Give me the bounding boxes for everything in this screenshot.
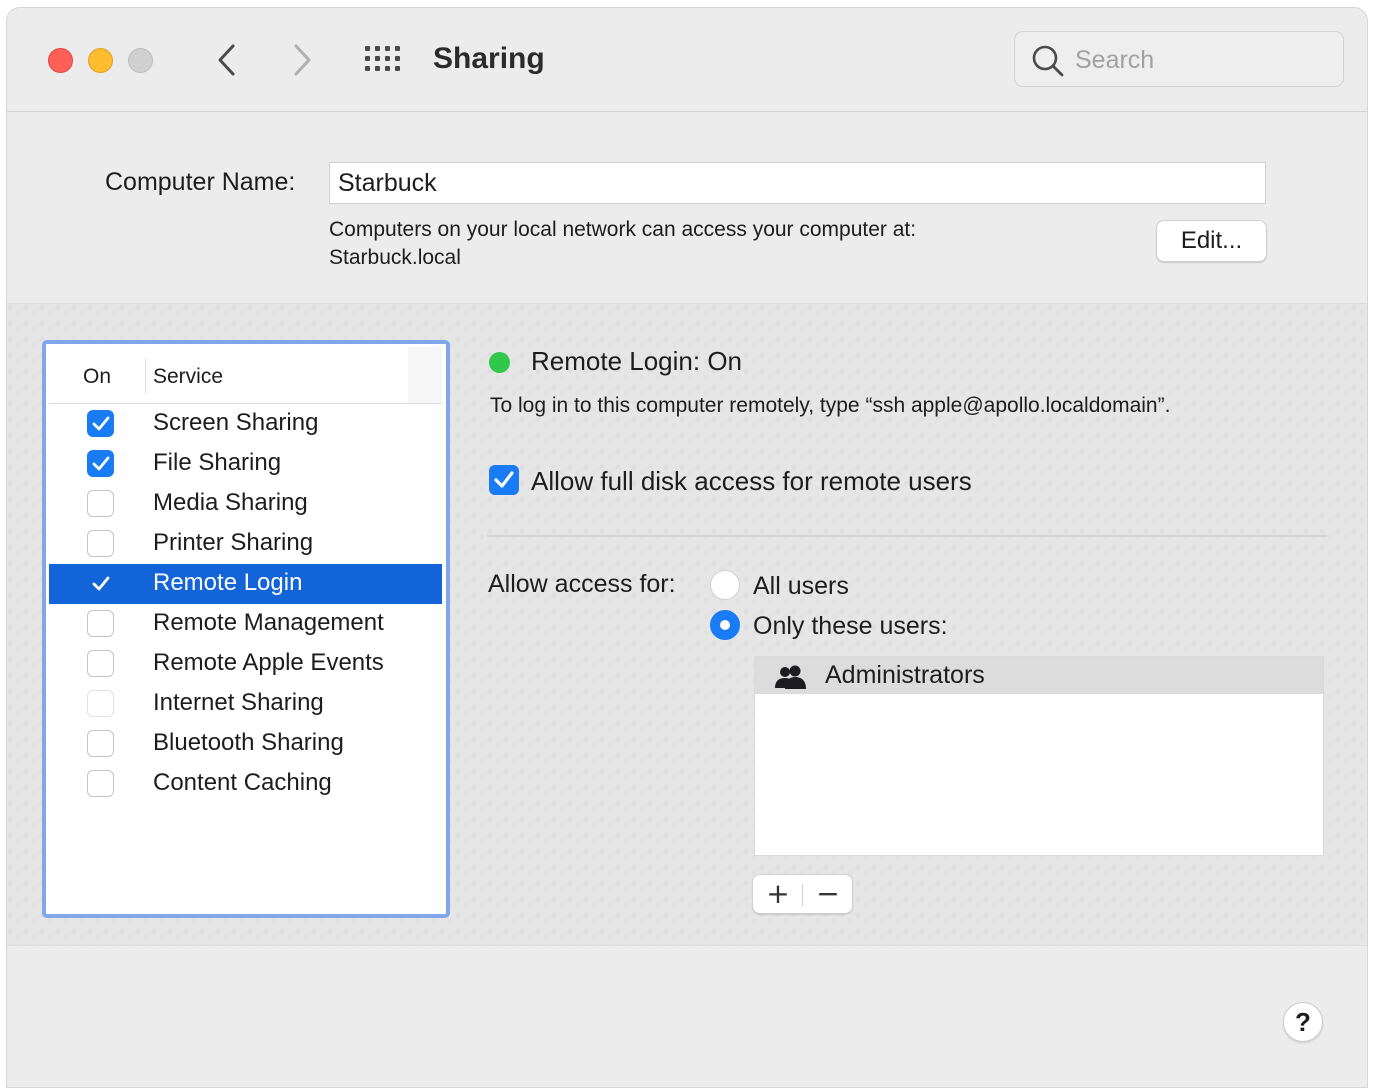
service-row[interactable]: Internet Sharing	[49, 684, 442, 724]
service-label: Remote Login	[153, 569, 303, 596]
checkmark-icon	[494, 471, 514, 488]
add-remove-control: + −	[752, 874, 853, 914]
service-checkbox[interactable]	[87, 490, 114, 517]
zoom-button[interactable]	[128, 48, 153, 73]
column-header-on[interactable]: On	[83, 365, 111, 389]
add-user-button[interactable]: +	[753, 875, 803, 913]
show-all-button[interactable]	[363, 44, 403, 74]
checkmark-icon	[92, 576, 109, 590]
toolbar: Sharing	[7, 8, 1367, 112]
local-address-info: Computers on your local network can acce…	[329, 216, 916, 272]
checkmark-icon	[92, 456, 109, 470]
sharing-window: Sharing Computer Name: Computers on your…	[6, 7, 1368, 1088]
service-label: Media Sharing	[153, 489, 308, 516]
only-these-users-label[interactable]: Only these users:	[753, 612, 948, 641]
service-checkbox[interactable]	[87, 650, 114, 677]
full-disk-access-label[interactable]: Allow full disk access for remote users	[531, 466, 972, 497]
service-row[interactable]: Media Sharing	[49, 484, 442, 524]
service-row[interactable]: Remote Management	[49, 604, 442, 644]
group-icon	[775, 665, 806, 689]
service-list[interactable]: On Service Screen Sharing File Sharing Med…	[42, 340, 450, 918]
service-row[interactable]: Printer Sharing	[49, 524, 442, 564]
service-label: Remote Apple Events	[153, 649, 384, 676]
search-input[interactable]	[1075, 44, 1325, 76]
service-checkbox[interactable]	[87, 530, 114, 557]
help-button[interactable]: ?	[1283, 1002, 1323, 1042]
users-list[interactable]: Administrators	[754, 656, 1324, 856]
service-label: Internet Sharing	[153, 689, 324, 716]
local-hostname: Starbuck.local	[329, 246, 461, 269]
service-row[interactable]: Bluetooth Sharing	[49, 724, 442, 764]
service-checkbox[interactable]	[87, 770, 114, 797]
remove-user-button[interactable]: −	[803, 875, 853, 913]
service-checkbox[interactable]	[87, 410, 114, 437]
service-checkbox[interactable]	[87, 570, 114, 597]
service-row[interactable]: Remote Apple Events	[49, 644, 442, 684]
status-text: Remote Login: On	[531, 346, 743, 376]
window-title: Sharing	[433, 42, 545, 75]
local-address-text: Computers on your local network can acce…	[329, 218, 917, 241]
all-users-label[interactable]: All users	[753, 572, 849, 601]
service-label: Printer Sharing	[153, 529, 314, 556]
service-checkbox[interactable]	[87, 730, 114, 757]
search-icon	[1032, 45, 1064, 77]
service-label: Content Caching	[153, 769, 332, 796]
service-checkbox[interactable]	[87, 610, 114, 637]
column-divider	[145, 359, 146, 393]
computer-name-label: Computer Name:	[105, 168, 296, 196]
service-label: Remote Management	[153, 609, 384, 636]
service-row[interactable]: Content Caching	[49, 764, 442, 804]
header-corner	[408, 347, 442, 403]
column-header-service[interactable]: Service	[153, 365, 223, 389]
status-indicator	[489, 352, 510, 373]
computer-name-field[interactable]	[329, 162, 1266, 204]
full-disk-access-checkbox[interactable]	[489, 465, 519, 495]
divider	[487, 535, 1327, 537]
user-group-label: Administrators	[825, 661, 985, 689]
service-row[interactable]: Screen Sharing	[49, 404, 442, 444]
chevron-left-icon	[218, 44, 235, 76]
service-row[interactable]: File Sharing	[49, 444, 442, 484]
service-label: File Sharing	[153, 449, 282, 476]
checkmark-icon	[92, 416, 109, 430]
minimize-button[interactable]	[88, 48, 113, 73]
allow-access-label: Allow access for:	[488, 570, 676, 598]
service-checkbox[interactable]	[87, 450, 114, 477]
close-button[interactable]	[48, 48, 73, 73]
service-label: Bluetooth Sharing	[153, 729, 344, 756]
edit-button[interactable]: Edit...	[1156, 220, 1267, 262]
grid-icon	[365, 46, 400, 71]
service-row[interactable]: Remote Login	[49, 564, 442, 604]
list-item[interactable]: Administrators	[755, 657, 1323, 694]
all-users-radio[interactable]	[710, 570, 740, 600]
forward-button[interactable]	[284, 40, 320, 80]
service-checkbox[interactable]	[87, 690, 114, 717]
sharing-panel: On Service Screen Sharing File Sharing Med…	[7, 303, 1367, 946]
back-button[interactable]	[209, 40, 245, 80]
chevron-right-icon	[294, 44, 311, 76]
service-label: Screen Sharing	[153, 409, 319, 436]
service-list-header: On Service	[49, 347, 442, 404]
ssh-hint: To log in to this computer remotely, typ…	[490, 394, 1171, 417]
search-field[interactable]	[1014, 31, 1344, 87]
only-these-users-radio[interactable]	[710, 610, 740, 640]
